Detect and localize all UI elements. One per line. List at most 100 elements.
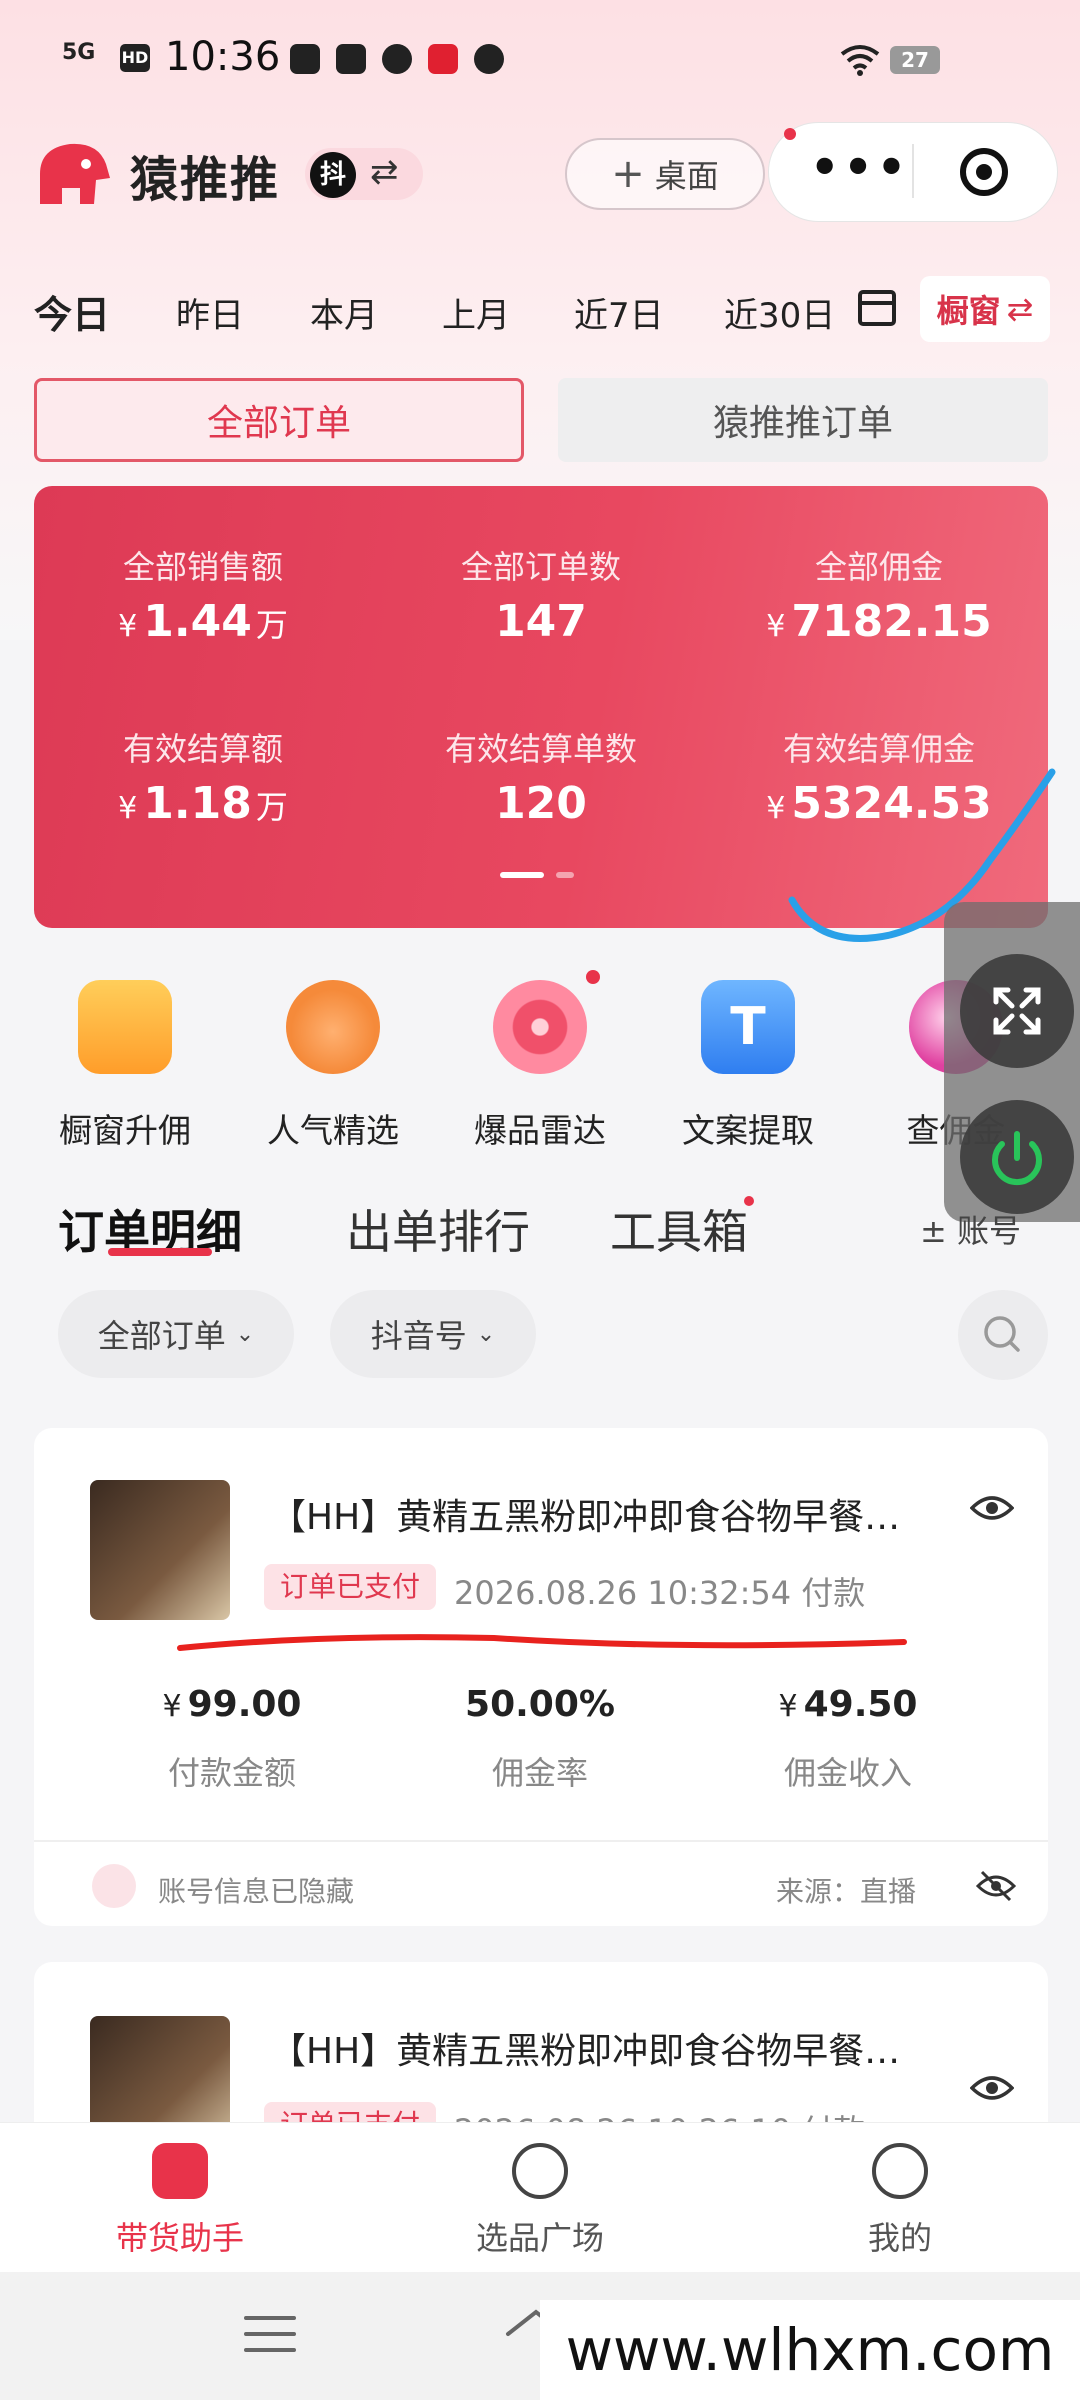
account-button[interactable]: ± 账号 (920, 1206, 1021, 1252)
window-switch-button[interactable]: 橱窗 ⇄ (920, 276, 1050, 342)
order-card[interactable]: 【HH】黄精五黑粉即冲即食谷物早餐… 订单已支付 2026.08.26 10:2… (34, 1962, 1048, 2142)
date-tab-7-days[interactable]: 近7日 (574, 288, 664, 337)
date-tab-yesterday[interactable]: 昨日 (176, 288, 244, 337)
eye-icon[interactable] (970, 2072, 1014, 2104)
swap-icon: ⇄ (1006, 290, 1034, 328)
date-tab-today[interactable]: 今日 (34, 284, 110, 339)
order-card[interactable]: 【HH】黄精五黑粉即冲即食谷物早餐… 订单已支付 2026.08.26 10:3… (34, 1428, 1048, 1926)
shortcut-label: 人气精选 (267, 1111, 399, 1150)
wifi-icon (840, 45, 880, 76)
status-bar: 5G HD 10:36 27 (0, 0, 1080, 120)
date-tab-this-month[interactable]: 本月 (310, 288, 378, 337)
chevron-down-icon: ⌄ (476, 1321, 496, 1347)
stat-label: 有效结算额 (122, 730, 283, 768)
stat-value: 147 (495, 596, 587, 647)
stat-value: ¥7182.15 (766, 596, 992, 647)
date-tab-30-days[interactable]: 近30日 (724, 288, 835, 337)
shortcut-window-commission[interactable]: 橱窗升佣 (45, 980, 205, 1152)
nav-product-plaza[interactable]: 选品广场 (430, 2143, 650, 2259)
text-extract-icon: T (701, 980, 795, 1074)
swap-icon: ⇄ (370, 152, 399, 192)
nav-label: 我的 (867, 2219, 932, 2257)
chevron-down-icon: ⌄ (235, 1321, 255, 1347)
product-title: 【HH】黄精五黑粉即冲即食谷物早餐… (270, 1497, 901, 1538)
network-indicator: 5G (62, 40, 96, 65)
stat-label: 全部销售额 (122, 548, 283, 586)
plus-icon: + (611, 151, 645, 197)
carousel-dot-active (500, 872, 544, 878)
fullscreen-button[interactable] (960, 954, 1074, 1068)
stat-label: 全部佣金 (814, 548, 943, 586)
avatar (92, 1864, 136, 1908)
eye-off-icon[interactable] (976, 1866, 1016, 1906)
account-hidden-text: 账号信息已隐藏 (158, 1875, 355, 1908)
app-logo-icon (40, 143, 110, 204)
nav-mine[interactable]: 我的 (790, 2143, 1010, 2259)
mail-app-icon (336, 44, 366, 74)
calendar-icon[interactable] (858, 290, 896, 326)
nav-label: 选品广场 (475, 2219, 604, 2257)
stat-value: ¥1.44 万 (118, 596, 288, 647)
red-app-icon (428, 44, 458, 74)
product-thumbnail (90, 1480, 230, 1620)
home-icon (152, 2143, 208, 2199)
search-icon (984, 1316, 1020, 1352)
stat-value: ¥1.18 万 (118, 778, 288, 829)
card-divider (34, 1840, 1048, 1842)
commission-income-label: 佣金收入 (783, 1754, 912, 1792)
close-miniprogram-icon[interactable] (960, 148, 1008, 196)
filter-order-type[interactable]: 全部订单 ⌄ (58, 1290, 294, 1378)
shortcut-text-extract[interactable]: T 文案提取 (668, 980, 828, 1152)
active-tab-underline (108, 1248, 212, 1256)
tab-all-orders[interactable]: 全部订单 (34, 378, 524, 462)
shortcut-label: 爆品雷达 (474, 1111, 606, 1150)
tab-app-orders[interactable]: 猿推推订单 (558, 378, 1048, 462)
tab-toolbox[interactable]: 工具箱 (610, 1196, 748, 1262)
product-title: 【HH】黄精五黑粉即冲即食谷物早餐… (270, 2031, 901, 2072)
menu-icon[interactable] (244, 2314, 296, 2354)
search-button[interactable] (958, 1290, 1048, 1380)
red-annotation-stroke (177, 1634, 907, 1651)
smile-icon (872, 2143, 928, 2199)
site-watermark: www.wlhxm.com (540, 2300, 1080, 2400)
add-to-desktop-label: 桌面 (654, 157, 719, 195)
nav-sales-assistant[interactable]: 带货助手 (70, 2143, 290, 2259)
expand-icon (993, 987, 1041, 1035)
power-icon (992, 1131, 1042, 1186)
medal-icon (286, 980, 380, 1074)
compass-icon (512, 2143, 568, 2199)
filter-douyin-account[interactable]: 抖音号 ⌄ (330, 1290, 536, 1378)
filter-label: 抖音号 (370, 1317, 467, 1355)
shortcut-label: 文案提取 (682, 1111, 814, 1150)
leaf-app-icon (382, 44, 412, 74)
stat-value: 120 (495, 778, 587, 829)
more-options-button[interactable]: ••• (810, 140, 910, 194)
commission-rate: 50.00% (465, 1684, 615, 1725)
shop-icon (78, 980, 172, 1074)
play-app-icon (290, 44, 320, 74)
order-status-badge: 订单已支付 (264, 1564, 437, 1610)
order-source: 来源：直播 (776, 1875, 917, 1908)
power-button[interactable] (960, 1100, 1074, 1214)
shortcut-radar[interactable]: 爆品雷达 (460, 980, 620, 1152)
stat-label: 全部订单数 (460, 548, 621, 586)
filter-label: 全部订单 (97, 1317, 226, 1355)
add-to-desktop-button[interactable]: + 桌面 (565, 138, 765, 210)
window-switch-label: 橱窗 (936, 292, 1001, 330)
date-tab-last-month[interactable]: 上月 (442, 288, 510, 337)
bottom-nav: 带货助手 选品广场 我的 (0, 2122, 1080, 2273)
radar-icon (493, 980, 587, 1074)
shortcut-popular[interactable]: 人气精选 (253, 980, 413, 1152)
app-name: 猿推推 (130, 152, 281, 208)
tab-order-ranking[interactable]: 出单排行 (346, 1196, 530, 1262)
commission-income: ¥49.50 (778, 1684, 918, 1725)
chat-app-icon (474, 44, 504, 74)
toolbox-dot (744, 1196, 754, 1206)
hd-indicator: HD (120, 44, 150, 72)
battery-indicator: 27 (890, 46, 940, 74)
shortcut-label: 橱窗升佣 (59, 1111, 191, 1150)
notification-dot (784, 128, 796, 140)
eye-icon[interactable] (970, 1492, 1014, 1524)
carousel-dot (556, 872, 574, 878)
douyin-badge-icon: 抖 (310, 152, 356, 198)
